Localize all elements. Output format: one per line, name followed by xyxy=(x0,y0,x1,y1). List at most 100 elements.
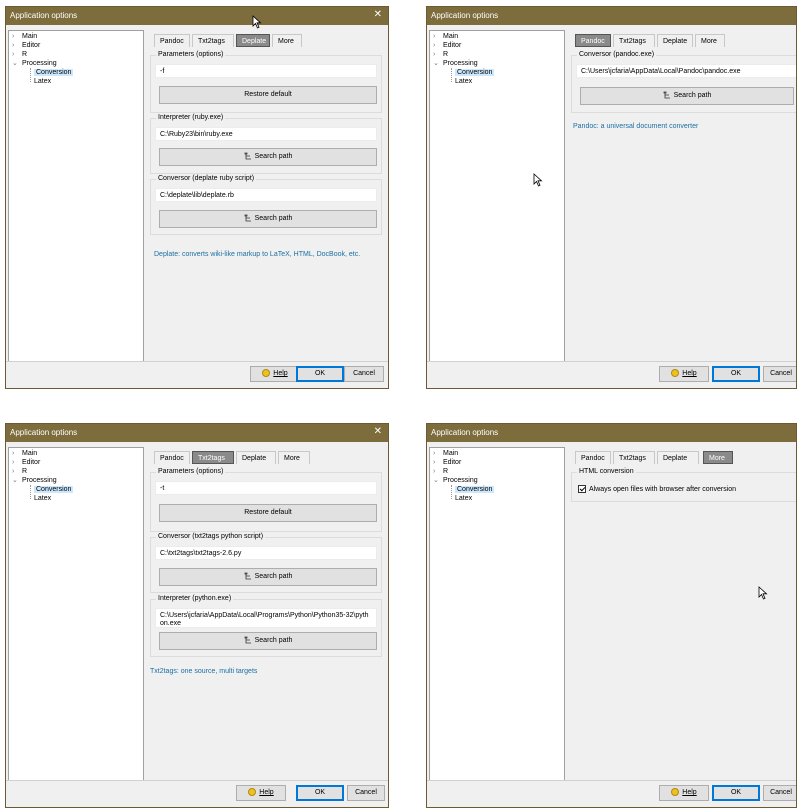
tree-item-editor[interactable]: › Editor xyxy=(12,41,40,50)
tab-deplate[interactable]: Deplate xyxy=(657,34,693,47)
close-icon[interactable]: ✕ xyxy=(374,9,382,20)
dialog-button-bar: Help OK Cancel xyxy=(6,361,388,388)
search-path-button[interactable]: Search path xyxy=(159,148,377,166)
options-window-more: Application options › Main › Editor › R ⌄ Pr… xyxy=(426,423,797,808)
folder-tree-icon xyxy=(663,91,670,99)
tab-pandoc[interactable]: Pandoc xyxy=(575,34,611,47)
restore-default-button[interactable]: Restore default xyxy=(159,86,377,104)
help-button[interactable]: Help xyxy=(250,366,300,382)
search-path-label: Search path xyxy=(673,92,712,99)
open-browser-checkbox[interactable]: Always open files with browser after con… xyxy=(578,485,736,493)
tree-item-conversion[interactable]: Conversion xyxy=(34,485,74,494)
tree-item-conversion[interactable]: Conversion xyxy=(455,485,495,494)
tree-item-processing[interactable]: ⌄ Processing xyxy=(12,59,57,68)
tree-item-latex[interactable]: Latex xyxy=(455,77,472,86)
conversor-path-field[interactable]: C:\Users\jcfaria\AppData\Local\Pandoc\pa… xyxy=(576,64,796,78)
options-tree: › Main › Editor › R ⌄ Processing Conversion … xyxy=(8,447,144,781)
tree-item-latex[interactable]: Latex xyxy=(34,77,51,86)
tree-item-main[interactable]: › Main xyxy=(12,32,37,41)
conversor-path-field[interactable]: C:\deplate\lib\deplate.rb xyxy=(155,188,377,202)
search-path-button[interactable]: Search path xyxy=(159,632,377,650)
tree-item-r[interactable]: › R xyxy=(12,50,27,59)
conversor-path-field[interactable]: C:\txt2tags\txt2tags-2.6.py xyxy=(155,546,377,560)
settings-pane: Pandoc Txt2tags Deplate More Parameters … xyxy=(146,25,388,362)
parameters-field[interactable]: -f xyxy=(155,64,377,78)
parameters-field[interactable]: -t xyxy=(155,481,377,495)
tab-deplate[interactable]: Deplate xyxy=(236,451,276,464)
cancel-button[interactable]: Cancel xyxy=(763,366,796,382)
tree-item-r[interactable]: › R xyxy=(433,50,448,59)
help-button[interactable]: Help xyxy=(659,366,709,382)
tab-txt2tags[interactable]: Txt2tags xyxy=(192,34,234,47)
tree-item-conversion[interactable]: Conversion xyxy=(455,68,495,77)
tree-item-conversion[interactable]: Conversion xyxy=(34,68,74,77)
tree-item-r[interactable]: › R xyxy=(433,467,448,476)
tab-deplate[interactable]: Deplate xyxy=(236,34,270,47)
window-title: Application options xyxy=(10,428,78,437)
tab-pandoc[interactable]: Pandoc xyxy=(154,34,190,47)
cancel-button[interactable]: Cancel xyxy=(347,785,385,801)
search-path-button[interactable]: Search path xyxy=(159,568,377,586)
tree-item-editor[interactable]: › Editor xyxy=(12,458,40,467)
help-button[interactable]: Help xyxy=(659,785,709,801)
tab-more[interactable]: More xyxy=(278,451,310,464)
ok-button[interactable]: OK xyxy=(712,366,760,382)
tree-item-main[interactable]: › Main xyxy=(433,32,458,41)
close-icon[interactable]: ✕ xyxy=(374,426,382,437)
options-tree: › Main › Editor › R ⌄ Processing Conversion … xyxy=(429,30,565,362)
mouse-pointer-icon xyxy=(252,15,262,29)
search-path-button[interactable]: Search path xyxy=(580,87,794,105)
tab-pandoc[interactable]: Pandoc xyxy=(154,451,190,464)
help-button[interactable]: Help xyxy=(236,785,286,801)
tab-more[interactable]: More xyxy=(695,34,725,47)
tree-item-processing[interactable]: ⌄ Processing xyxy=(433,59,478,68)
cancel-button[interactable]: Cancel xyxy=(763,785,796,801)
title-bar: Application options ✕ xyxy=(6,7,388,25)
tree-item-latex[interactable]: Latex xyxy=(34,494,51,503)
tab-more[interactable]: More xyxy=(272,34,302,47)
converter-description: Txt2tags: one source, multi targets xyxy=(150,668,258,675)
conversor-title: Conversor (txt2tags python script) xyxy=(156,533,266,540)
cancel-button[interactable]: Cancel xyxy=(344,366,384,382)
help-icon xyxy=(671,788,680,797)
ok-button[interactable]: OK xyxy=(296,366,344,382)
settings-pane: Pandoc Txt2tags Deplate More Conversor (… xyxy=(567,25,796,362)
tree-connector xyxy=(30,68,31,82)
converter-description: Pandoc: a universal document converter xyxy=(573,123,699,130)
ok-button[interactable]: OK xyxy=(296,785,344,801)
ok-button[interactable]: OK xyxy=(712,785,760,801)
restore-default-button[interactable]: Restore default xyxy=(159,504,377,522)
window-title: Application options xyxy=(431,11,499,20)
interpreter-group: Interpreter (python.exe) C:\Users\jcfari… xyxy=(150,595,382,657)
tree-item-editor[interactable]: › Editor xyxy=(433,41,461,50)
tab-txt2tags[interactable]: Txt2tags xyxy=(613,34,655,47)
options-tree: › Main › Editor › R ⌄ Processing Conversion … xyxy=(429,447,565,781)
tab-deplate[interactable]: Deplate xyxy=(657,451,699,464)
folder-tree-icon xyxy=(244,572,251,580)
dialog-button-bar: Help OK Cancel xyxy=(427,361,796,388)
search-path-label: Search path xyxy=(254,215,293,222)
tab-more[interactable]: More xyxy=(703,451,733,464)
chevron-right-icon: › xyxy=(433,459,436,466)
html-conversion-group: HTML conversion Always open files with b… xyxy=(571,468,796,502)
title-bar: Application options xyxy=(427,7,796,25)
tree-item-processing[interactable]: ⌄ Processing xyxy=(12,476,57,485)
tab-txt2tags[interactable]: Txt2tags xyxy=(192,451,234,464)
tree-item-main[interactable]: › Main xyxy=(433,449,458,458)
interpreter-title: Interpreter (ruby.exe) xyxy=(156,114,226,121)
folder-tree-icon xyxy=(244,152,251,160)
window-title: Application options xyxy=(431,428,499,437)
search-path-button[interactable]: Search path xyxy=(159,210,377,228)
tree-item-editor[interactable]: › Editor xyxy=(433,458,461,467)
tree-item-latex[interactable]: Latex xyxy=(455,494,472,503)
interpreter-path-field[interactable]: C:\Ruby23\bin\ruby.exe xyxy=(155,127,377,141)
tree-item-processing[interactable]: ⌄ Processing xyxy=(433,476,478,485)
tree-item-main[interactable]: › Main xyxy=(12,449,37,458)
folder-tree-icon xyxy=(244,214,251,222)
tab-pandoc[interactable]: Pandoc xyxy=(575,451,611,464)
tree-item-r[interactable]: › R xyxy=(12,467,27,476)
parameters-title: Parameters (options) xyxy=(156,51,226,58)
tab-txt2tags[interactable]: Txt2tags xyxy=(613,451,655,464)
title-bar: Application options ✕ xyxy=(6,424,388,442)
interpreter-path-field[interactable]: C:\Users\jcfaria\AppData\Local\Programs\… xyxy=(155,608,377,628)
